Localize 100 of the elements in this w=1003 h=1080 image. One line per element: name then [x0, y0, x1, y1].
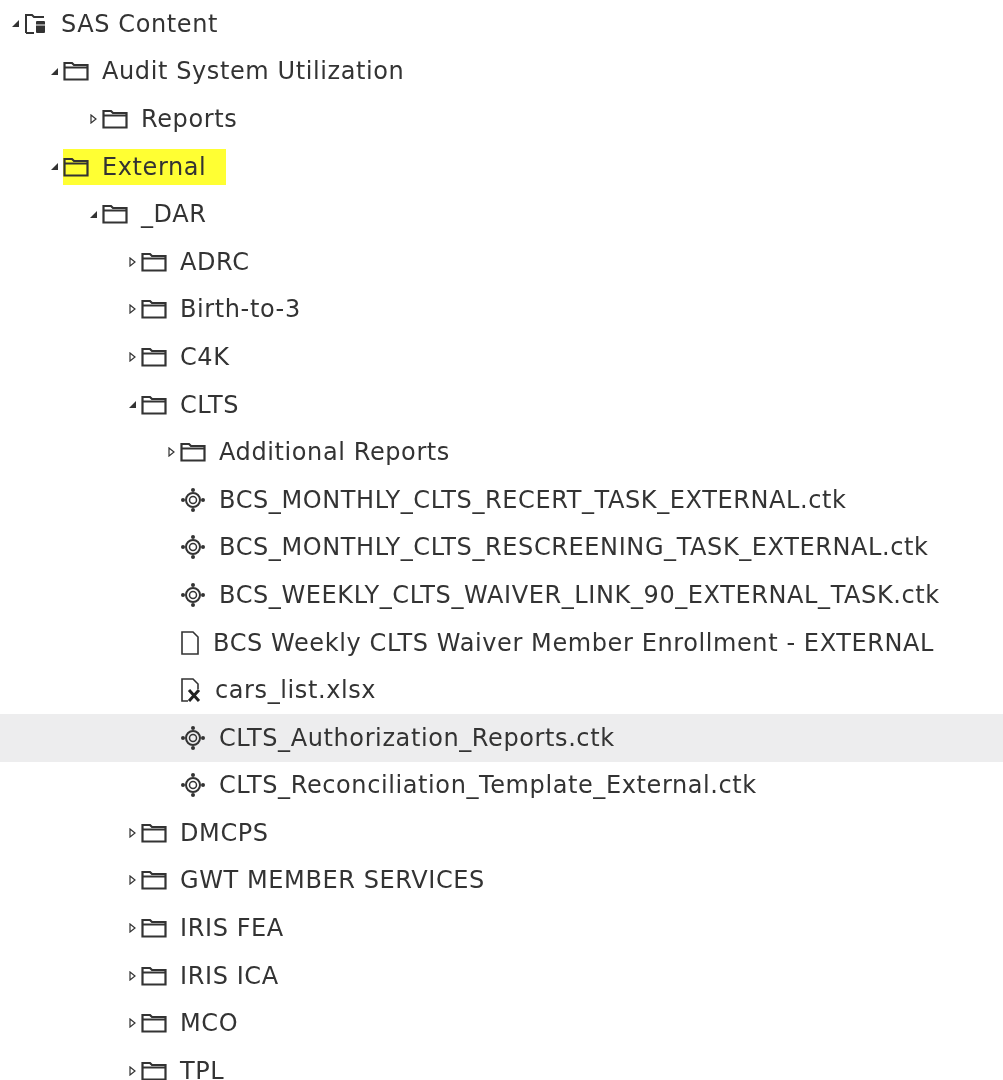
- tree-item[interactable]: TPL: [141, 1052, 245, 1080]
- expand-caret-icon[interactable]: [128, 351, 136, 362]
- item-label[interactable]: Additional Reports: [219, 438, 450, 467]
- item-label[interactable]: BCS_MONTHLY_CLTS_RECERT_TASK_EXTERNAL.ctk: [219, 485, 847, 514]
- item-label[interactable]: Birth-to-3: [180, 295, 301, 324]
- tree-row[interactable]: CLTS: [0, 380, 1003, 429]
- item-label[interactable]: DMCPS: [180, 818, 269, 847]
- tree-row[interactable]: MCO: [0, 999, 1003, 1048]
- expand-caret-icon[interactable]: [128, 1018, 136, 1029]
- tree-item[interactable]: CLTS: [141, 386, 260, 423]
- item-label[interactable]: IRIS ICA: [180, 961, 279, 990]
- item-label[interactable]: ADRC: [180, 247, 250, 276]
- tree-row[interactable]: ADRC: [0, 237, 1003, 286]
- server-folder-icon: [24, 12, 48, 35]
- tree-row[interactable]: _DAR: [0, 190, 1003, 238]
- tree-row[interactable]: Additional Reports: [0, 428, 1003, 476]
- tree-item[interactable]: BCS Weekly CLTS Waiver Member Enrollment - EXTERNAL: [180, 624, 955, 661]
- item-label[interactable]: SAS Content: [61, 9, 218, 38]
- collapse-caret-icon[interactable]: [89, 210, 97, 218]
- item-label[interactable]: Audit System Utilization: [102, 57, 405, 86]
- collapse-caret-icon[interactable]: [128, 401, 136, 409]
- tree-row[interactable]: CLTS_Reconciliation_Template_External.ctk: [0, 761, 1003, 810]
- target-icon: [180, 581, 206, 608]
- collapse-caret-icon[interactable]: [11, 20, 19, 28]
- folder-icon: [141, 299, 167, 320]
- tree-item[interactable]: BCS_MONTHLY_CLTS_RESCREENING_TASK_EXTERNAL.ctk: [180, 529, 949, 566]
- item-label[interactable]: BCS Weekly CLTS Waiver Member Enrollment - EXTERNAL: [213, 628, 935, 657]
- tree-item[interactable]: Reports: [102, 101, 258, 137]
- tree-item[interactable]: Audit System Utilization: [63, 53, 425, 90]
- item-label[interactable]: BCS_WEEKLY_CLTS_WAIVER_LINK_90_EXTERNAL_TASK.ctk: [219, 580, 940, 609]
- tree-item[interactable]: IRIS FEA: [141, 910, 304, 947]
- tree-row[interactable]: SAS Content: [0, 0, 1003, 48]
- tree-item[interactable]: BCS_MONTHLY_CLTS_RECERT_TASK_EXTERNAL.ctk: [180, 481, 867, 518]
- collapse-caret-icon[interactable]: [50, 163, 58, 171]
- expand-caret-icon[interactable]: [89, 114, 97, 124]
- tree-row[interactable]: Reports: [0, 95, 1003, 143]
- tree-row[interactable]: cars_list.xlsx: [0, 666, 1003, 714]
- item-label[interactable]: C4K: [180, 342, 230, 371]
- tree-item[interactable]: MCO: [141, 1005, 259, 1042]
- tree-row[interactable]: BCS_MONTHLY_CLTS_RESCREENING_TASK_EXTERNAL.ctk: [0, 523, 1003, 572]
- expand-caret-icon[interactable]: [167, 447, 175, 458]
- expand-caret-icon[interactable]: [128, 256, 136, 267]
- tree-row[interactable]: BCS Weekly CLTS Waiver Member Enrollment - EXTERNAL: [0, 618, 1003, 667]
- tree-item[interactable]: DMCPS: [141, 814, 289, 851]
- item-label[interactable]: BCS_MONTHLY_CLTS_RESCREENING_TASK_EXTERNAL.ctk: [219, 533, 929, 562]
- document-icon: [180, 629, 200, 656]
- folder-icon: [141, 1060, 167, 1080]
- item-label[interactable]: cars_list.xlsx: [215, 676, 377, 705]
- item-label[interactable]: TPL: [180, 1056, 225, 1080]
- folder-icon: [180, 442, 206, 463]
- tree-row[interactable]: Audit System Utilization: [0, 47, 1003, 96]
- expand-caret-icon[interactable]: [128, 875, 136, 886]
- tree-row[interactable]: DMCPS: [0, 809, 1003, 857]
- expand-caret-icon[interactable]: [128, 970, 136, 981]
- tree-row[interactable]: IRIS FEA: [0, 904, 1003, 952]
- tree-row[interactable]: Birth-to-3: [0, 285, 1003, 334]
- item-label[interactable]: IRIS FEA: [180, 914, 284, 943]
- folder-icon: [141, 1013, 167, 1034]
- expand-caret-icon[interactable]: [128, 827, 136, 838]
- folder-icon: [102, 204, 128, 225]
- tree-row[interactable]: GWT MEMBER SERVICES: [0, 856, 1003, 905]
- tree-row[interactable]: CLTS_Authorization_Reports.ctk: [0, 713, 1003, 762]
- folder-icon: [102, 109, 128, 129]
- folder-icon: [141, 870, 167, 891]
- item-label[interactable]: _DAR: [141, 200, 207, 229]
- folder-icon: [141, 918, 167, 939]
- tree-item[interactable]: CLTS_Authorization_Reports.ctk: [180, 719, 635, 756]
- tree-row[interactable]: BCS_WEEKLY_CLTS_WAIVER_LINK_90_EXTERNAL_TASK.ctk: [0, 571, 1003, 619]
- folder-icon: [141, 251, 167, 272]
- tree-item[interactable]: IRIS ICA: [141, 957, 299, 994]
- folder-icon: [141, 965, 167, 986]
- tree-item[interactable]: cars_list.xlsx: [180, 672, 397, 709]
- item-label[interactable]: CLTS: [180, 390, 240, 419]
- tree-row[interactable]: C4K: [0, 333, 1003, 381]
- item-label[interactable]: Reports: [141, 105, 238, 133]
- expand-caret-icon[interactable]: [128, 923, 136, 934]
- expand-caret-icon[interactable]: [128, 304, 136, 315]
- tree-item[interactable]: C4K: [141, 338, 250, 375]
- tree-item[interactable]: GWT MEMBER SERVICES: [141, 862, 505, 899]
- folder-icon: [141, 822, 167, 843]
- tree-item[interactable]: External: [63, 148, 227, 185]
- tree-item[interactable]: Additional Reports: [180, 434, 470, 471]
- tree-item[interactable]: CLTS_Reconciliation_Template_External.ctk: [180, 767, 777, 804]
- tree-row[interactable]: BCS_MONTHLY_CLTS_RECERT_TASK_EXTERNAL.ctk: [0, 475, 1003, 524]
- item-label[interactable]: CLTS_Authorization_Reports.ctk: [219, 723, 615, 752]
- collapse-caret-icon[interactable]: [50, 67, 58, 75]
- item-label[interactable]: CLTS_Reconciliation_Template_External.ctk: [219, 771, 757, 800]
- tree-item[interactable]: SAS Content: [24, 5, 238, 42]
- expand-caret-icon[interactable]: [128, 1065, 136, 1076]
- tree-row[interactable]: External: [0, 142, 1003, 191]
- folder-icon: [141, 346, 167, 367]
- item-label[interactable]: GWT MEMBER SERVICES: [180, 866, 485, 895]
- tree-row[interactable]: TPL: [0, 1047, 1003, 1080]
- tree-item[interactable]: _DAR: [102, 196, 227, 233]
- tree-item[interactable]: BCS_WEEKLY_CLTS_WAIVER_LINK_90_EXTERNAL_TASK.ctk: [180, 576, 960, 613]
- item-label[interactable]: External: [102, 152, 207, 181]
- tree-item[interactable]: Birth-to-3: [141, 291, 321, 328]
- tree-item[interactable]: ADRC: [141, 243, 270, 280]
- tree-row[interactable]: IRIS ICA: [0, 951, 1003, 1000]
- item-label[interactable]: MCO: [180, 1009, 239, 1038]
